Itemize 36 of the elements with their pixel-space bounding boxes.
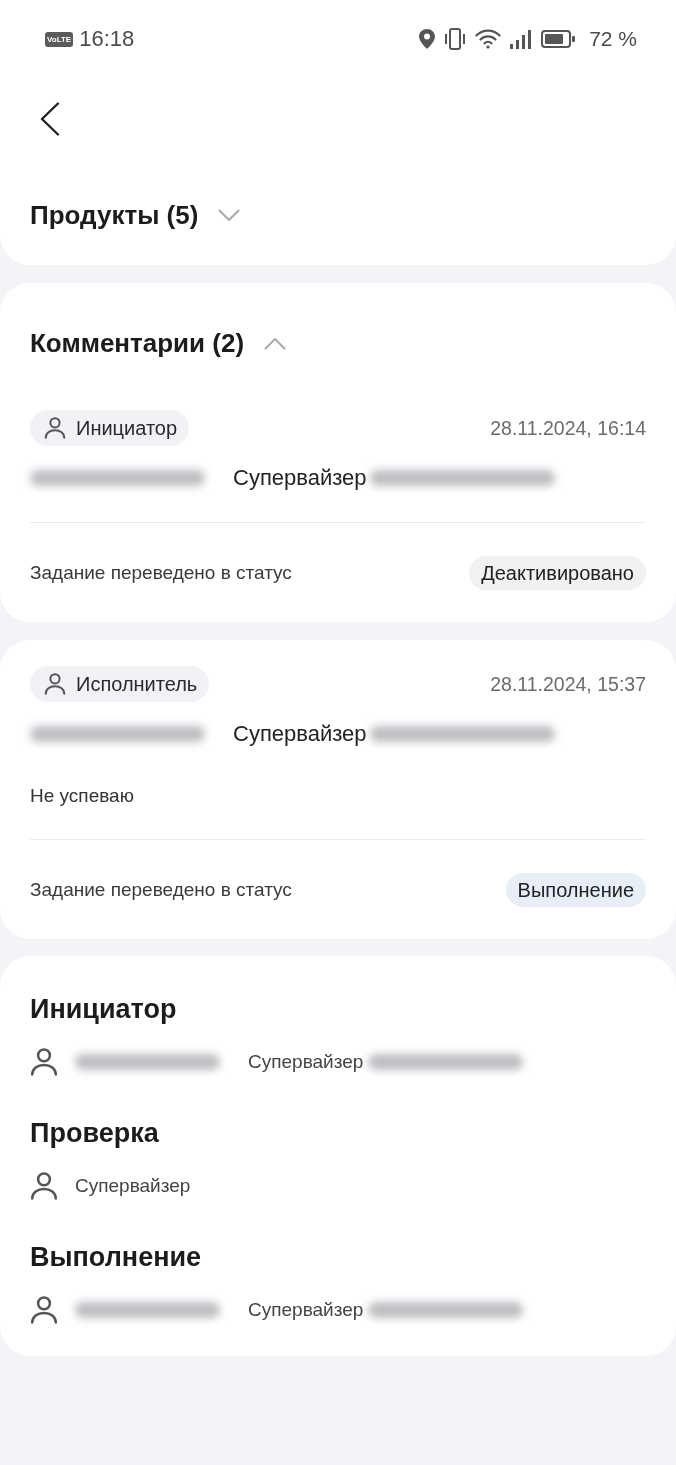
status-badge: Деактивировано (469, 556, 646, 590)
person-icon (30, 1048, 58, 1076)
author-role: Супервайзер (233, 721, 367, 747)
status-time: 16:18 (79, 26, 135, 52)
role-label: Исполнитель (76, 672, 198, 696)
vibrate-icon (443, 28, 468, 50)
person-icon (44, 417, 66, 439)
participant-stage-title: Инициатор (30, 993, 178, 1026)
network-badge: VoLTE (45, 31, 74, 47)
signal-icon (509, 29, 534, 49)
status-change-text: Задание переведено в статус (30, 562, 292, 584)
person-icon (30, 1296, 58, 1324)
back-chevron-icon (40, 102, 60, 136)
comment-date: 28.11.2024, 15:37 (490, 672, 646, 696)
wifi-icon (475, 29, 502, 49)
battery-percent: 72 % (589, 27, 637, 51)
role-label: Инициатор (76, 416, 178, 440)
person-icon (44, 673, 66, 695)
person-icon (30, 1172, 58, 1200)
participant-role: Супервайзер (248, 1051, 364, 1073)
back-button[interactable] (40, 102, 60, 136)
comment-text: Не успеваю (30, 784, 135, 808)
participant-stage-title: Выполнение (30, 1241, 203, 1274)
participant-role: Супервайзер (75, 1175, 191, 1197)
location-pin-icon (419, 29, 436, 49)
chevron-up-icon[interactable] (264, 336, 287, 350)
author-role: Супервайзер (233, 465, 367, 491)
battery-icon (541, 30, 576, 48)
participant-role: Супервайзер (248, 1299, 364, 1321)
section-title: Комментарии (2) (30, 327, 245, 359)
comment-date: 28.11.2024, 16:14 (490, 416, 646, 440)
participant-stage-title: Проверка (30, 1117, 160, 1150)
status-change-text: Задание переведено в статус (30, 879, 292, 901)
status-badge: Выполнение (505, 873, 646, 907)
chevron-down-icon[interactable] (218, 208, 241, 222)
section-title: Продукты (5) (30, 199, 199, 231)
